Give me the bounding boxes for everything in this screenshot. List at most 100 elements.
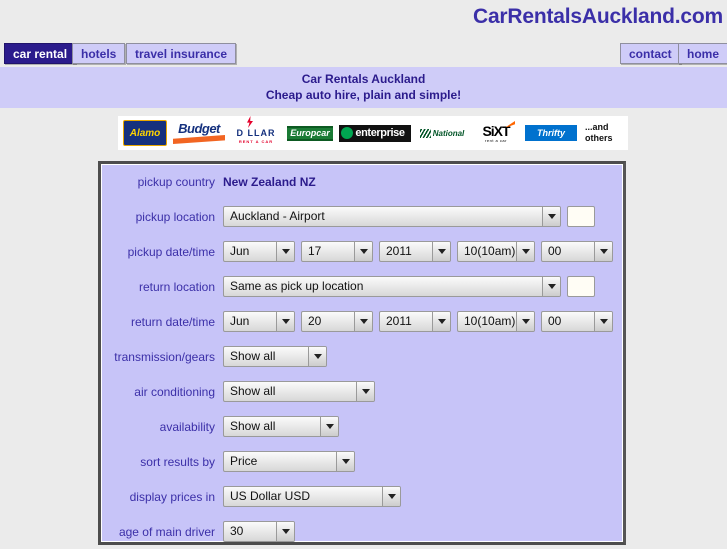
- return-year-value: 2011: [386, 314, 412, 328]
- chevron-down-icon[interactable]: [432, 312, 450, 331]
- chevron-down-icon[interactable]: [276, 522, 294, 541]
- pickup-year-value: 2011: [386, 244, 412, 258]
- chevron-down-icon[interactable]: [432, 242, 450, 261]
- return-location-label: return location: [138, 279, 215, 294]
- nav-item-home[interactable]: home: [678, 43, 727, 64]
- pickup-country-value: New Zealand NZ: [223, 174, 316, 189]
- dollar-logo-text: D LLAR: [236, 128, 276, 138]
- enterprise-logo-text: enterprise: [355, 127, 405, 139]
- pickup-day-value: 17: [308, 244, 322, 258]
- return-day-value: 20: [308, 314, 322, 328]
- partner-logos-section: Alamo Budget D LLAR RENT A CAR Europcar …: [0, 108, 727, 158]
- chevron-down-icon[interactable]: [308, 347, 326, 366]
- chevron-down-icon[interactable]: [516, 242, 534, 261]
- chevron-down-icon[interactable]: [516, 312, 534, 331]
- form-row-air-conditioning: air conditioning Show all: [101, 374, 623, 409]
- nav-item-contact[interactable]: contact: [620, 43, 681, 64]
- sort-results-value: Price: [230, 454, 258, 468]
- transmission-select[interactable]: Show all: [223, 346, 327, 367]
- pickup-location-label: pickup location: [135, 209, 215, 224]
- return-month-select[interactable]: Jun: [223, 311, 295, 332]
- sixt-logo-subtext: rent a car: [485, 137, 507, 143]
- return-minute-value: 00: [548, 314, 562, 328]
- chevron-down-icon[interactable]: [336, 452, 354, 471]
- and-others-label: ...and others: [583, 120, 623, 146]
- driver-age-select[interactable]: 30: [223, 521, 295, 542]
- return-minute-select[interactable]: 00: [541, 311, 613, 332]
- main-navigation: car rental hotels travel insurance conta…: [0, 40, 727, 67]
- chevron-down-icon[interactable]: [276, 242, 294, 261]
- availability-label: availability: [159, 419, 215, 434]
- form-row-sort-results: sort results by Price: [101, 444, 623, 479]
- chevron-down-icon[interactable]: [356, 382, 374, 401]
- and-others-line-2: others: [585, 133, 613, 143]
- return-hour-value: 10(10am):: [464, 314, 516, 328]
- alamo-logo: Alamo: [123, 120, 167, 146]
- form-row-availability: availability Show all: [101, 409, 623, 444]
- pickup-day-select[interactable]: 17: [301, 241, 373, 262]
- pickup-location-extra-input[interactable]: [567, 206, 595, 227]
- pickup-location-select[interactable]: Auckland - Airport: [223, 206, 561, 227]
- enterprise-logo: enterprise: [339, 124, 411, 142]
- chevron-down-icon[interactable]: [594, 312, 612, 331]
- car-rental-search-form: pickup country New Zealand NZ pickup loc…: [98, 161, 626, 545]
- return-day-select[interactable]: 20: [301, 311, 373, 332]
- return-location-select[interactable]: Same as pick up location: [223, 276, 561, 297]
- tagline-line-2: Cheap auto hire, plain and simple!: [265, 88, 462, 102]
- dollar-logo-subtext: RENT A CAR: [238, 139, 274, 144]
- return-month-value: Jun: [230, 314, 250, 328]
- page-header: CarRentalsAuckland.com: [0, 0, 727, 40]
- pickup-year-select[interactable]: 2011: [379, 241, 451, 262]
- form-row-transmission: transmission/gears Show all: [101, 339, 623, 374]
- return-hour-select[interactable]: 10(10am):: [457, 311, 535, 332]
- pickup-country-label: pickup country: [137, 174, 215, 189]
- transmission-value: Show all: [230, 349, 276, 363]
- dollar-logo: D LLAR RENT A CAR: [231, 116, 281, 146]
- pickup-month-select[interactable]: Jun: [223, 241, 295, 262]
- europcar-logo: Europcar: [287, 125, 333, 141]
- pickup-minute-select[interactable]: 00: [541, 241, 613, 262]
- form-row-pickup-country: pickup country New Zealand NZ: [101, 164, 623, 199]
- tagline-banner: Car Rentals Auckland Cheap auto hire, pl…: [0, 67, 727, 108]
- form-row-return-datetime: return date/time Jun 20 2011 10(10am): 0…: [101, 304, 623, 339]
- air-conditioning-select[interactable]: Show all: [223, 381, 375, 402]
- return-datetime-label: return date/time: [130, 314, 215, 329]
- national-logo-text: National: [432, 128, 465, 138]
- form-row-pickup-location: pickup location Auckland - Airport: [101, 199, 623, 234]
- display-prices-label: display prices in: [129, 489, 215, 504]
- chevron-down-icon[interactable]: [354, 242, 372, 261]
- form-row-pickup-datetime: pickup date/time Jun 17 2011 10(10am): 0…: [101, 234, 623, 269]
- availability-select[interactable]: Show all: [223, 416, 339, 437]
- budget-logo: Budget: [173, 120, 225, 146]
- chevron-down-icon[interactable]: [276, 312, 294, 331]
- national-stripes-icon: [419, 128, 431, 138]
- nav-item-travel-insurance[interactable]: travel insurance: [126, 43, 237, 64]
- budget-logo-text: Budget: [178, 121, 220, 136]
- pickup-hour-select[interactable]: 10(10am):: [457, 241, 535, 262]
- enterprise-circle-icon: [341, 126, 353, 139]
- chevron-down-icon[interactable]: [354, 312, 372, 331]
- form-row-driver-age: age of main driver 30: [101, 514, 623, 549]
- air-conditioning-label: air conditioning: [134, 384, 215, 399]
- driver-age-value: 30: [230, 524, 244, 538]
- form-row-return-location: return location Same as pick up location: [101, 269, 623, 304]
- display-prices-value: US Dollar USD: [230, 489, 311, 503]
- chevron-down-icon[interactable]: [320, 417, 338, 436]
- return-location-value: Same as pick up location: [230, 279, 364, 293]
- chevron-down-icon[interactable]: [542, 277, 560, 296]
- sort-results-select[interactable]: Price: [223, 451, 355, 472]
- chevron-down-icon[interactable]: [382, 487, 400, 506]
- return-location-extra-input[interactable]: [567, 276, 595, 297]
- partner-logos-strip: Alamo Budget D LLAR RENT A CAR Europcar …: [118, 116, 628, 150]
- chevron-down-icon[interactable]: [542, 207, 560, 226]
- pickup-hour-value: 10(10am):: [464, 244, 516, 258]
- and-others-line-1: ...and: [585, 122, 609, 132]
- dollar-bolt-icon: [247, 116, 253, 128]
- availability-value: Show all: [230, 419, 276, 433]
- sixt-logo: SiXT rent a car: [473, 120, 519, 146]
- display-prices-select[interactable]: US Dollar USD: [223, 486, 401, 507]
- nav-item-car-rental[interactable]: car rental: [4, 43, 77, 64]
- nav-item-hotels[interactable]: hotels: [72, 43, 126, 64]
- return-year-select[interactable]: 2011: [379, 311, 451, 332]
- chevron-down-icon[interactable]: [594, 242, 612, 261]
